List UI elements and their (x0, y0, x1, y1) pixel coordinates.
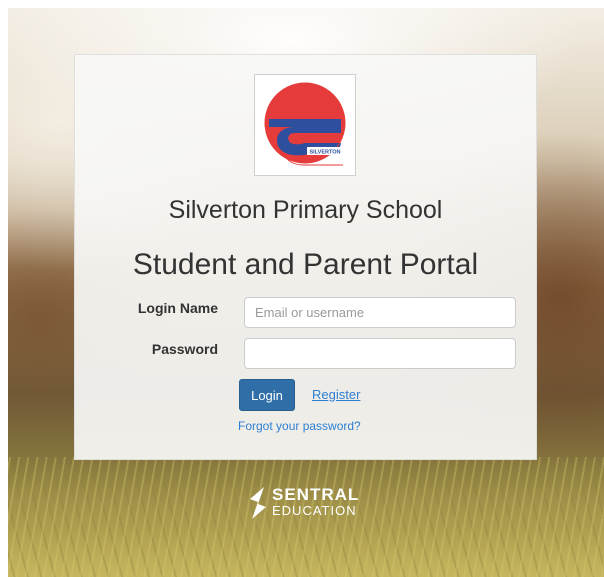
page-edge (0, 0, 604, 8)
sentral-mark-icon (250, 487, 266, 519)
login-button[interactable]: Login (239, 379, 295, 411)
school-name: Silverton Primary School (168, 196, 443, 224)
login-name-label: Login Name (137, 300, 218, 316)
logo-text: SILVERTON (310, 150, 341, 156)
sentral-logo: SENTRAL EDUCATION (248, 485, 368, 521)
page-title: Student and Parent Portal (132, 248, 479, 281)
page-edge (0, 0, 8, 577)
brand-name: SENTRAL (272, 485, 360, 504)
password-input[interactable] (244, 338, 516, 369)
brand-subtitle: EDUCATION (272, 503, 357, 518)
login-name-input[interactable] (244, 297, 516, 328)
register-link[interactable]: Register (312, 387, 360, 402)
forgot-password-link[interactable]: Forgot your password? (238, 419, 361, 433)
school-logo: SILVERTON (254, 74, 356, 176)
school-crest-icon: SILVERTON (264, 82, 346, 166)
password-label: Password (151, 341, 218, 357)
